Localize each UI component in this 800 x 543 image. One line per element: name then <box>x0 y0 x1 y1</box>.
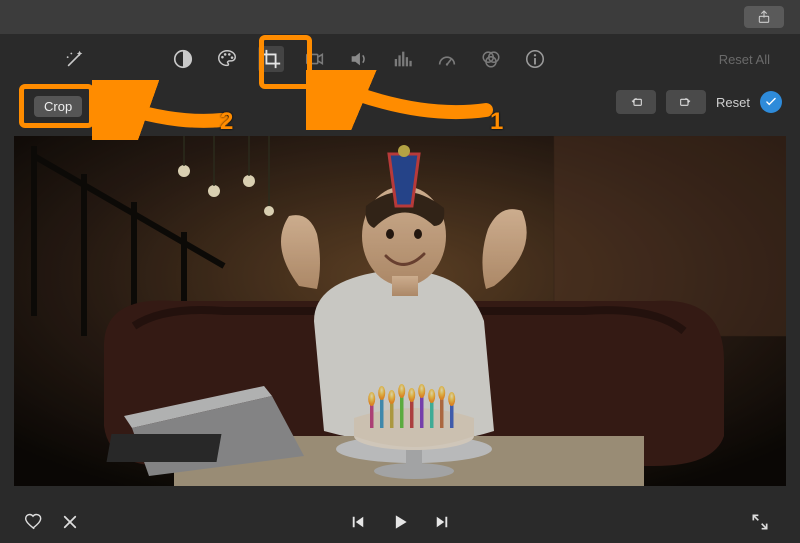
rotate-ccw-button[interactable] <box>616 90 656 114</box>
annotation-highlight-crop-button <box>19 84 94 128</box>
play-icon <box>390 511 410 533</box>
apply-crop-button[interactable] <box>760 91 782 113</box>
fullscreen-button[interactable] <box>750 512 770 532</box>
magic-wand-icon <box>64 48 86 70</box>
video-preview[interactable] <box>14 136 786 486</box>
annotation-step-1: 1 <box>490 108 503 136</box>
share-icon <box>756 9 772 25</box>
eq-button[interactable] <box>390 46 416 72</box>
auto-enhance-button[interactable] <box>60 44 90 74</box>
titlebar <box>0 0 800 34</box>
equalizer-icon <box>392 48 414 70</box>
check-icon <box>764 95 778 109</box>
heart-icon <box>24 512 44 532</box>
reject-button[interactable] <box>60 512 80 532</box>
speed-button[interactable] <box>434 46 460 72</box>
playback-bar <box>0 500 800 543</box>
contrast-icon <box>172 48 194 70</box>
rotate-ccw-icon <box>626 94 646 110</box>
favorite-button[interactable] <box>24 512 44 532</box>
speaker-icon <box>348 48 370 70</box>
skip-forward-icon <box>433 513 451 531</box>
x-icon <box>61 513 79 531</box>
annotation-arrow-1 <box>306 70 496 130</box>
color-balance-button[interactable] <box>170 46 196 72</box>
filter-icon <box>480 48 502 70</box>
skip-back-icon <box>349 513 367 531</box>
prev-frame-button[interactable] <box>348 512 368 532</box>
info-button[interactable] <box>522 46 548 72</box>
annotation-highlight-crop-tool <box>259 35 312 89</box>
volume-button[interactable] <box>346 46 372 72</box>
rotate-cw-icon <box>676 94 696 110</box>
expand-icon <box>750 512 770 532</box>
annotation-step-2: 2 <box>220 108 233 136</box>
gauge-icon <box>436 48 458 70</box>
play-button[interactable] <box>390 512 410 532</box>
reset-crop-button[interactable]: Reset <box>716 95 750 110</box>
preview-image <box>14 136 786 486</box>
next-frame-button[interactable] <box>432 512 452 532</box>
rotate-cw-button[interactable] <box>666 90 706 114</box>
annotation-arrow-2 <box>92 80 232 140</box>
color-correction-button[interactable] <box>214 46 240 72</box>
reset-all-button[interactable]: Reset All <box>719 52 770 67</box>
share-button[interactable] <box>744 6 784 28</box>
info-icon <box>524 48 546 70</box>
palette-icon <box>216 48 238 70</box>
filter-button[interactable] <box>478 46 504 72</box>
